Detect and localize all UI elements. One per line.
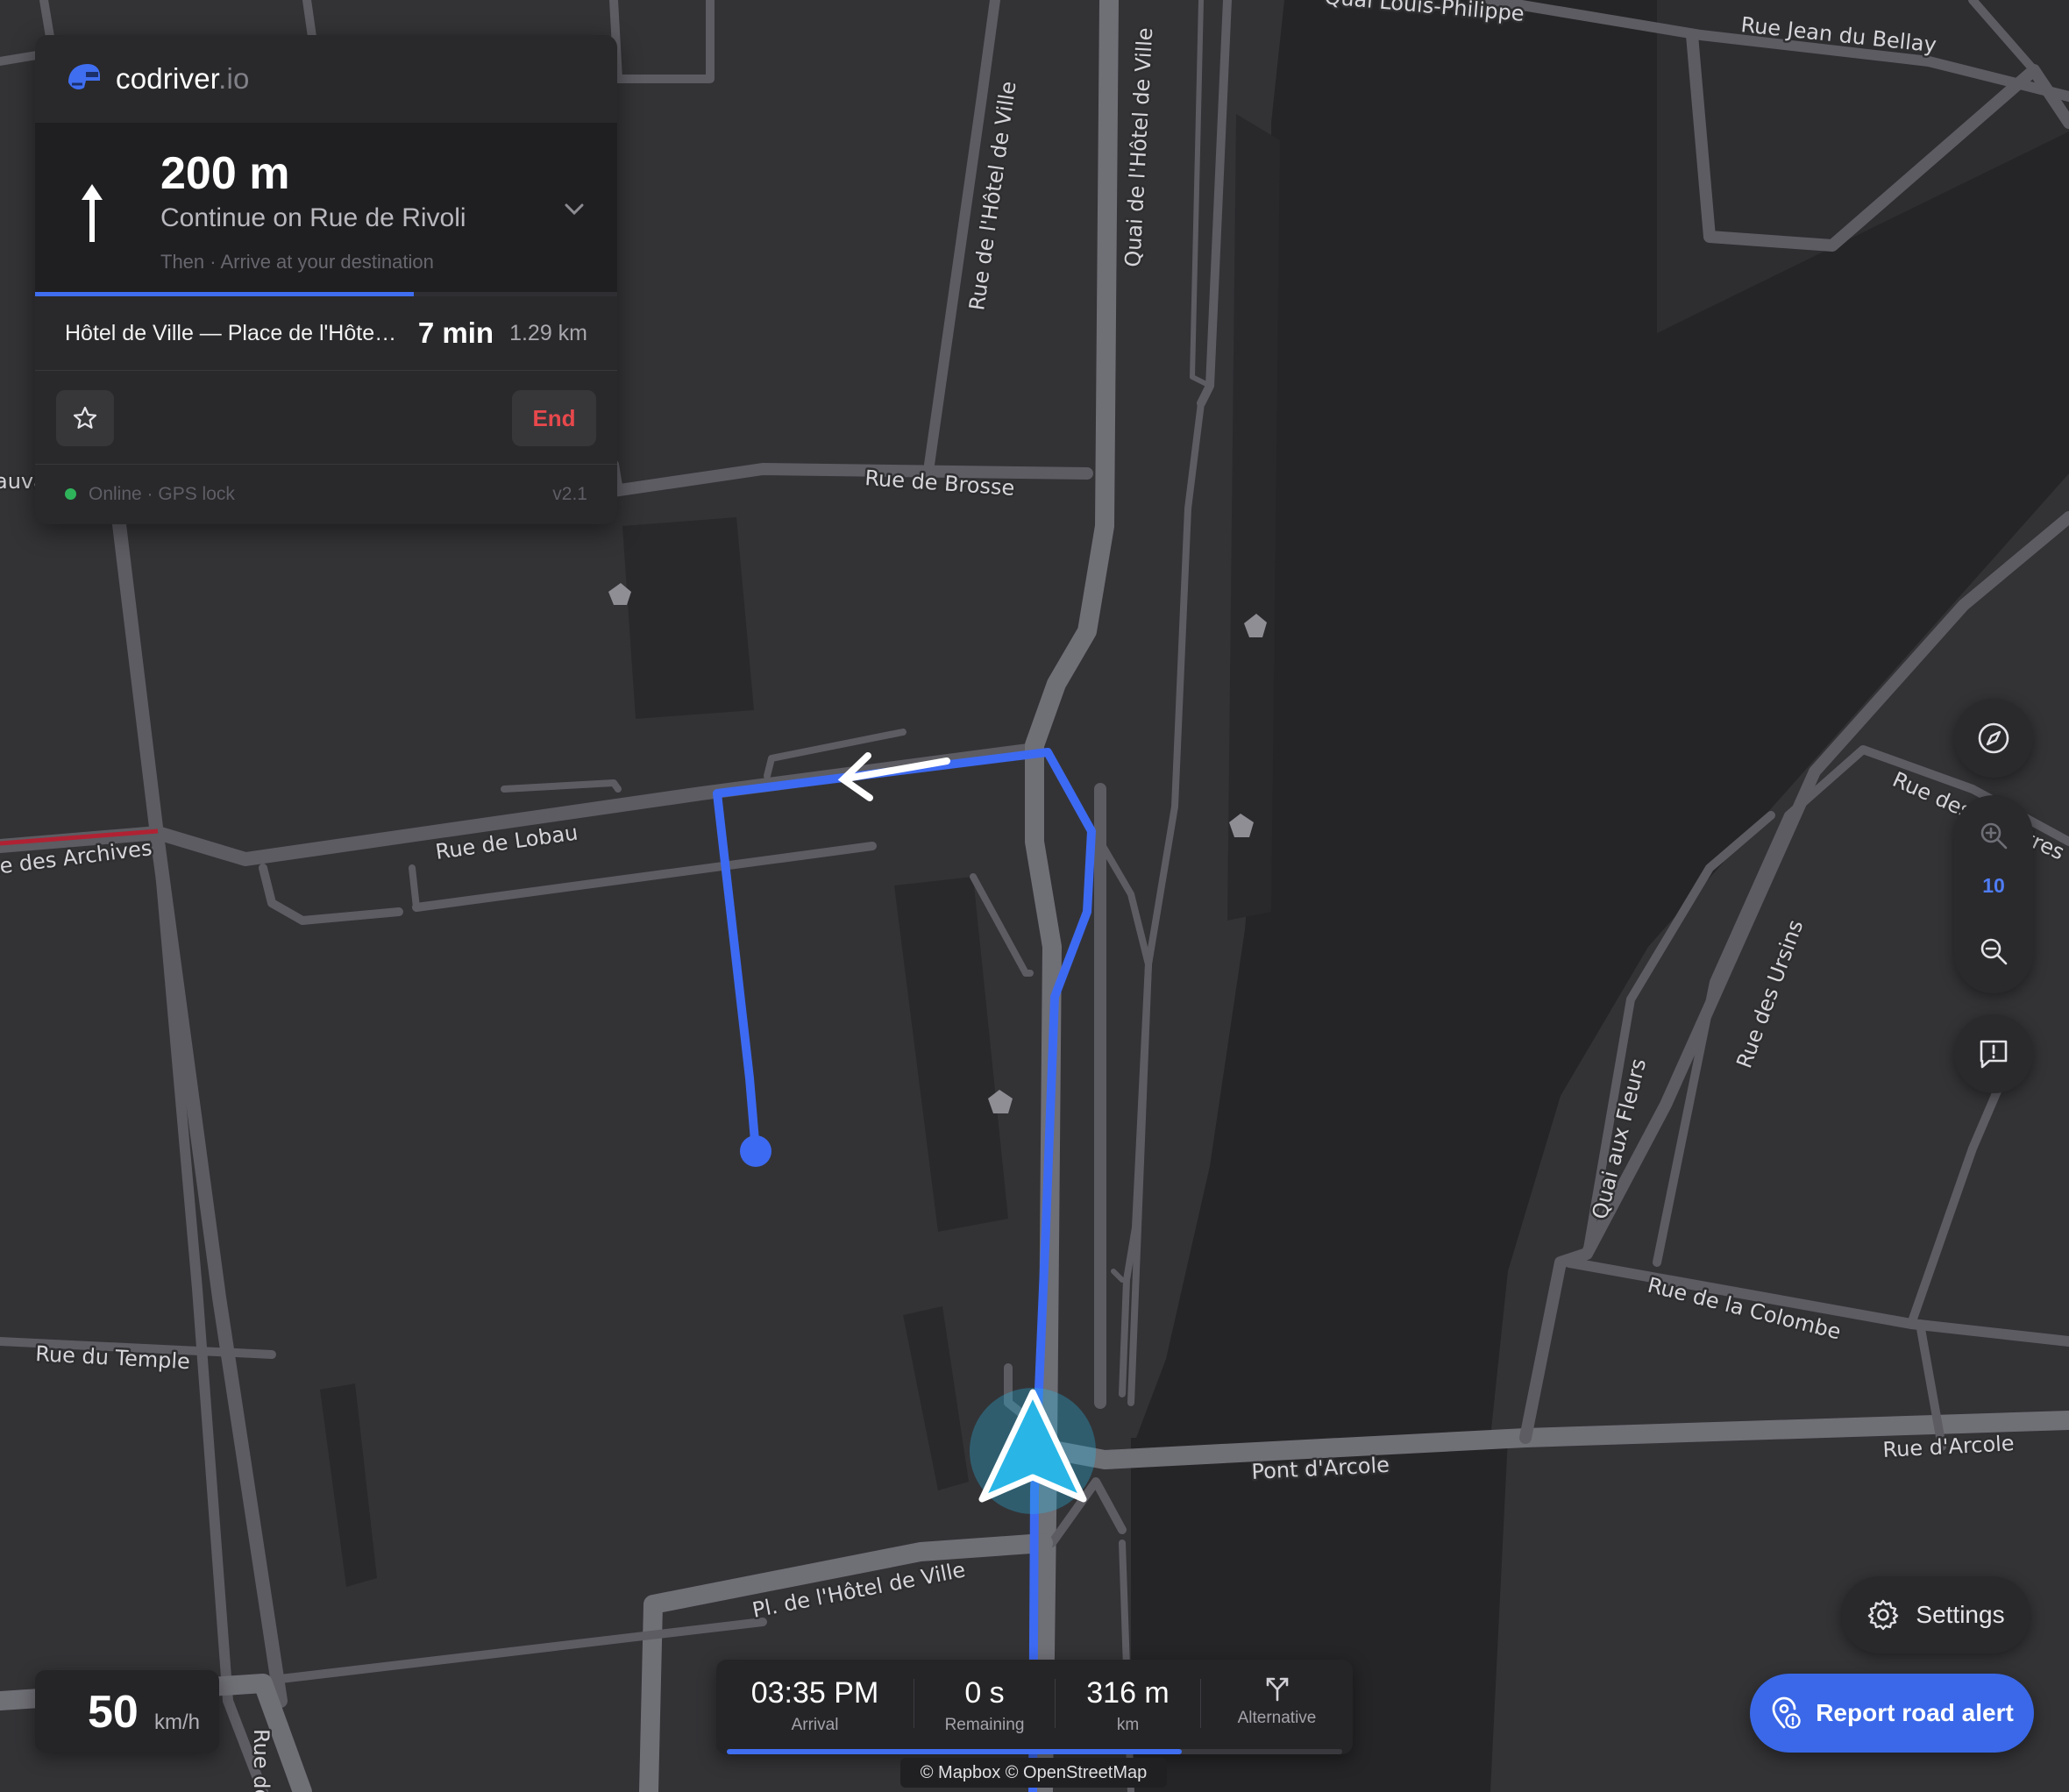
alternative-label: Alternative <box>1237 1709 1317 1727</box>
alternative-route-button[interactable]: Alternative <box>1201 1660 1353 1747</box>
status-bar: Online · GPS lock v2.1 <box>35 465 617 524</box>
remaining-label: Remaining <box>944 1716 1025 1734</box>
maneuver-next-step: Then · Arrive at your destination <box>160 251 434 273</box>
zoom-out-button[interactable] <box>1954 927 2033 976</box>
remaining-cell: 0 s Remaining <box>914 1660 1055 1747</box>
report-road-alert-button[interactable]: Report road alert <box>1750 1674 2034 1753</box>
route-summary[interactable]: Hôtel de Ville — Place de l'Hôtel de Vil… <box>35 296 617 371</box>
street-label-bottom-edge: Rue de <box>249 1729 274 1792</box>
feedback-icon <box>1980 1040 2008 1069</box>
settings-label: Settings <box>1916 1601 2005 1628</box>
trip-progress-bar <box>727 1749 1342 1754</box>
location-alert-icon <box>1772 1696 1801 1729</box>
maneuver-progress-bar <box>35 292 617 296</box>
navigation-panel: codriver.io 200 m Continue on Rue de Riv… <box>35 35 617 524</box>
app-version: v2.1 <box>552 484 587 504</box>
speed-unit: km/h <box>154 1710 201 1734</box>
brand-name: codriver.io <box>116 62 250 95</box>
route-distance: 1.29 km <box>509 320 587 345</box>
zoom-level: 10 <box>1982 874 2005 897</box>
route-destination: Hôtel de Ville — Place de l'Hôtel de Vil… <box>65 320 397 345</box>
feedback-button[interactable] <box>1954 1014 2033 1093</box>
connection-status: Online · GPS lock <box>89 484 235 504</box>
maneuver-progress-fill <box>35 292 414 296</box>
destination-pin[interactable] <box>740 1135 771 1167</box>
online-status-dot <box>65 488 76 500</box>
map-attribution[interactable]: © Mapbox © OpenStreetMap <box>900 1758 1167 1788</box>
arrival-time: 03:35 PM <box>750 1676 879 1710</box>
zoom-in-button[interactable] <box>1954 811 2033 860</box>
compass-icon <box>1978 722 2009 754</box>
helmet-logo-icon <box>68 64 100 89</box>
maneuver-card[interactable]: 200 m Continue on Rue de Rivoli Then · A… <box>35 123 617 296</box>
settings-button[interactable]: Settings <box>1841 1576 2030 1653</box>
end-navigation-button[interactable]: End <box>512 390 596 446</box>
maneuver-distance: 200 m <box>160 148 290 199</box>
arrival-label: Arrival <box>791 1716 839 1734</box>
maneuver-instruction: Continue on Rue de Rivoli <box>160 203 466 232</box>
chevron-down-icon[interactable] <box>565 203 584 216</box>
report-road-alert-label: Report road alert <box>1816 1699 2014 1726</box>
distance-cell: 316 m km <box>1056 1660 1200 1747</box>
brand-header: codriver.io <box>35 35 617 123</box>
star-icon <box>73 406 97 429</box>
speed-indicator: 50 km/h <box>35 1670 219 1753</box>
gear-icon <box>1868 1599 1899 1631</box>
remaining-time: 0 s <box>964 1676 1005 1710</box>
zoom-in-icon <box>1980 822 2008 850</box>
route-actions: End <box>35 371 617 465</box>
zoom-control: 10 <box>1954 795 2033 993</box>
distance-label: km <box>1116 1716 1140 1734</box>
compass-button[interactable] <box>1954 699 2033 778</box>
arrival-cell: 03:35 PM Arrival <box>716 1660 914 1747</box>
favorite-button[interactable] <box>56 390 114 446</box>
route-fork-icon <box>1266 1677 1288 1702</box>
trip-progress-fill <box>727 1749 1183 1754</box>
route-eta: 7 min <box>417 316 494 349</box>
trip-summary-bar: 03:35 PM Arrival 0 s Remaining 316 m km … <box>716 1660 1353 1754</box>
speed-value: 50 <box>88 1687 139 1738</box>
straight-arrow-icon <box>82 184 103 242</box>
remaining-distance: 316 m <box>1086 1676 1170 1710</box>
zoom-out-icon <box>1980 938 2008 965</box>
